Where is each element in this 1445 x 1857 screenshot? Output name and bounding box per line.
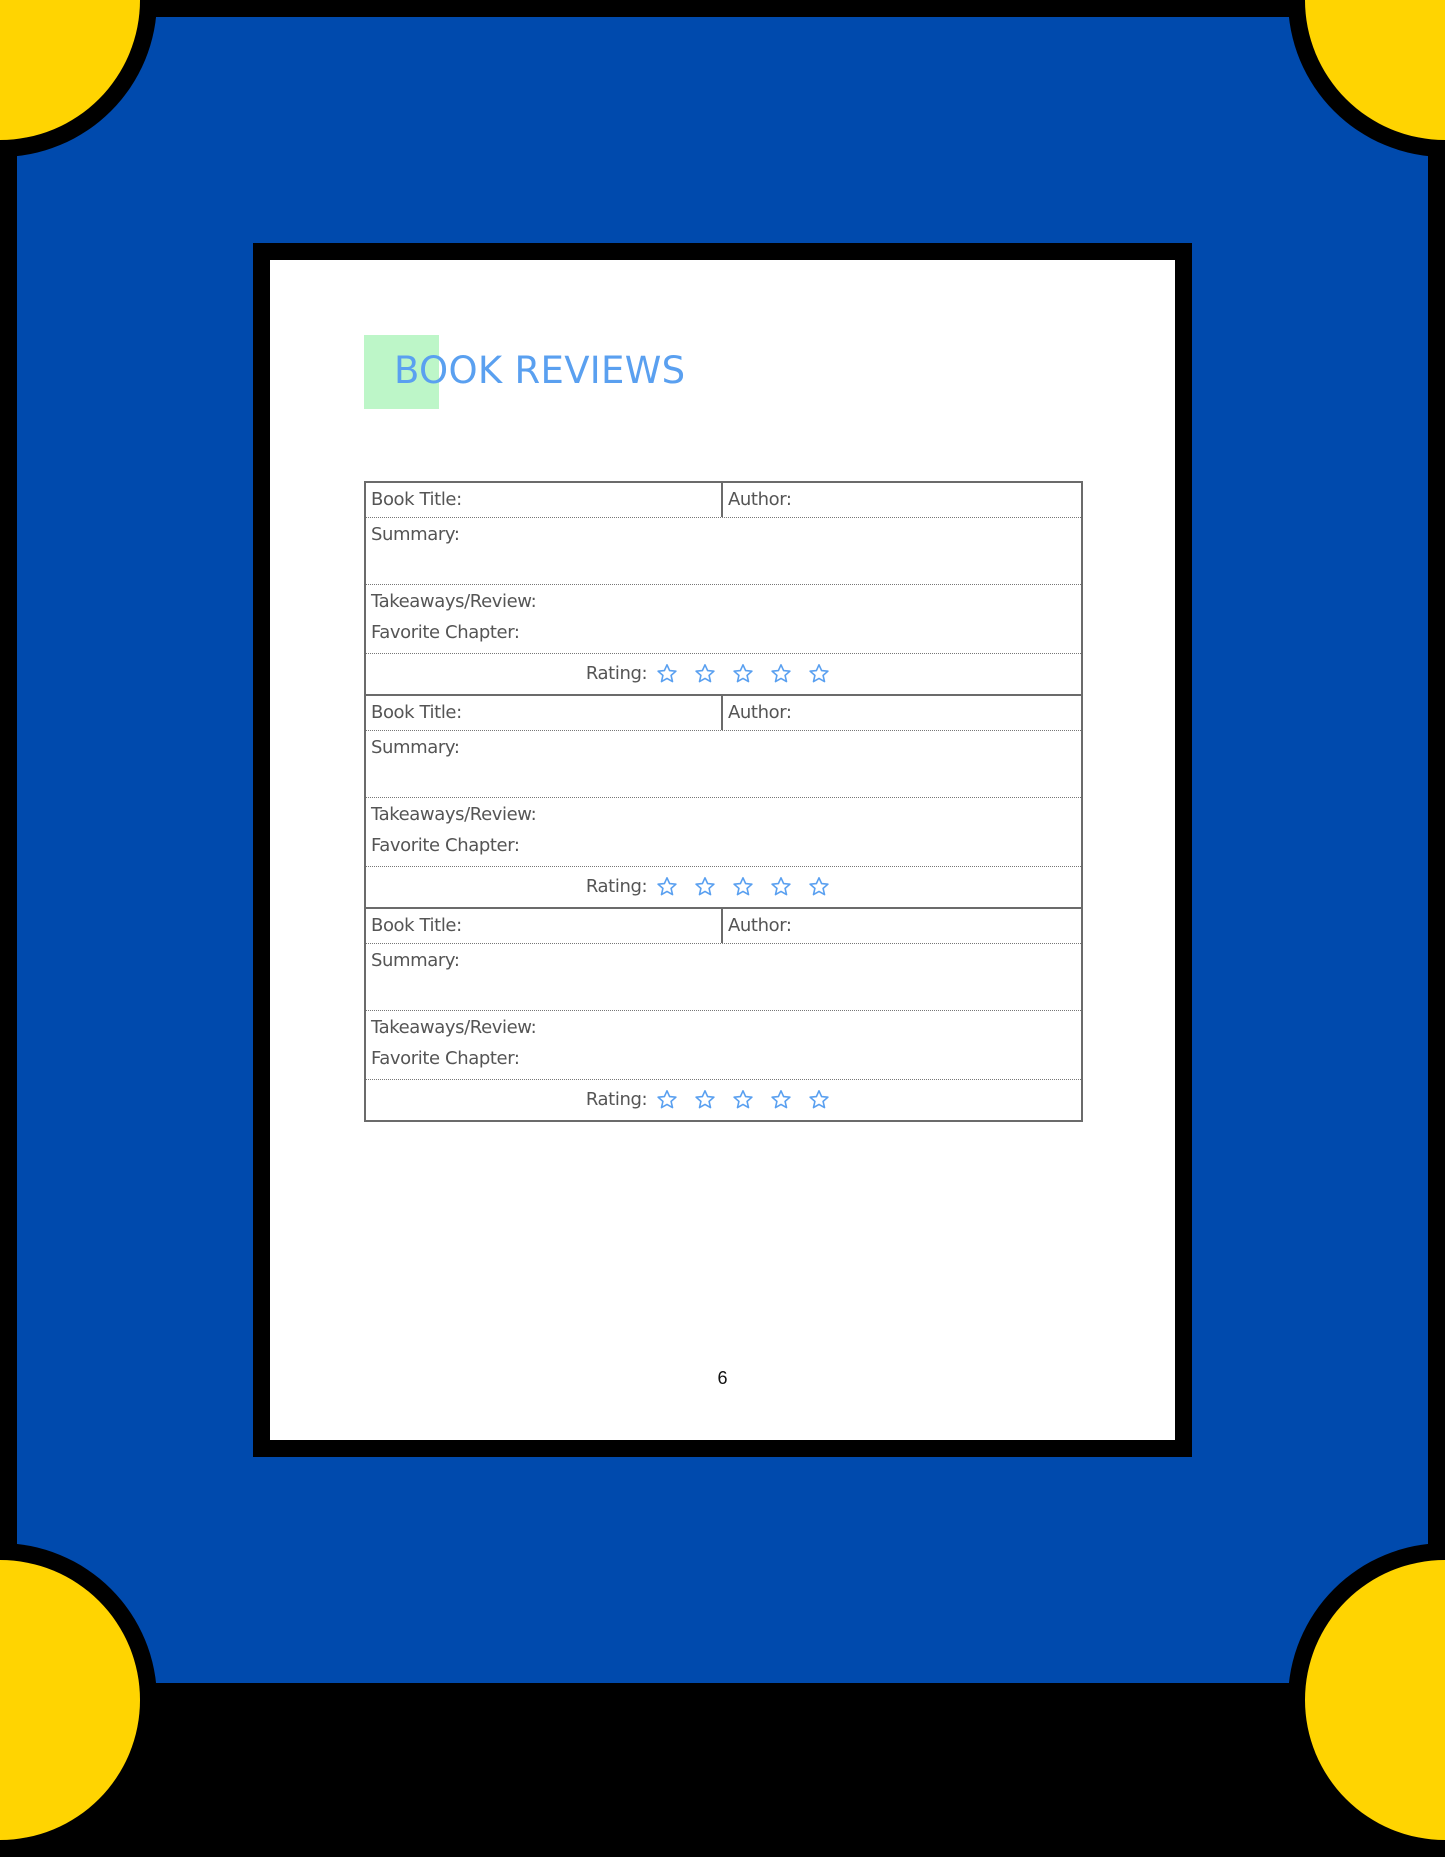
star-outline-icon[interactable]: [655, 875, 679, 899]
rating-row: Rating:: [366, 654, 1081, 694]
summary-label: Summary:: [371, 950, 460, 971]
rating-label: Rating:: [585, 1089, 648, 1110]
author-field[interactable]: Author:: [723, 696, 1081, 730]
title-author-row: Book Title: Author:: [366, 483, 1081, 518]
summary-label: Summary:: [371, 524, 460, 545]
star-outline-icon[interactable]: [693, 875, 717, 899]
author-field[interactable]: Author:: [723, 483, 1081, 517]
page-title: BOOK REVIEWS: [394, 349, 686, 392]
favorite-chapter-label: Favorite Chapter:: [371, 835, 520, 856]
book-title-label: Book Title:: [371, 915, 462, 936]
star-outline-icon[interactable]: [693, 662, 717, 686]
rating-stars: [655, 1088, 831, 1112]
title-author-row: Book Title: Author:: [366, 909, 1081, 944]
star-outline-icon[interactable]: [655, 1088, 679, 1112]
author-label: Author:: [728, 915, 792, 936]
star-outline-icon[interactable]: [807, 875, 831, 899]
book-title-label: Book Title:: [371, 489, 462, 510]
star-outline-icon[interactable]: [807, 1088, 831, 1112]
favorite-chapter-label: Favorite Chapter:: [371, 622, 520, 643]
review-entry: Book Title: Author: Summary: Takeaways/R…: [366, 909, 1081, 1122]
author-label: Author:: [728, 489, 792, 510]
takeaways-label: Takeaways/Review:: [371, 1017, 537, 1038]
star-outline-icon[interactable]: [731, 875, 755, 899]
summary-label: Summary:: [371, 737, 460, 758]
book-title-field[interactable]: Book Title:: [366, 696, 723, 730]
star-outline-icon[interactable]: [807, 662, 831, 686]
rating-row: Rating:: [366, 867, 1081, 907]
takeaways-label: Takeaways/Review:: [371, 804, 537, 825]
rating-row: Rating:: [366, 1080, 1081, 1120]
star-outline-icon[interactable]: [769, 662, 793, 686]
rating-label: Rating:: [585, 876, 648, 897]
takeaways-label: Takeaways/Review:: [371, 591, 537, 612]
review-entry: Book Title: Author: Summary: Takeaways/R…: [366, 483, 1081, 696]
review-entry: Book Title: Author: Summary: Takeaways/R…: [366, 696, 1081, 909]
yellow-dot: [1305, 1560, 1445, 1840]
page-number: 6: [717, 1368, 728, 1388]
rating-stars: [655, 662, 831, 686]
favorite-chapter-label: Favorite Chapter:: [371, 1048, 520, 1069]
author-label: Author:: [728, 702, 792, 723]
book-title-label: Book Title:: [371, 702, 462, 723]
takeaways-field[interactable]: Takeaways/Review: Favorite Chapter:: [366, 585, 1081, 654]
takeaways-field[interactable]: Takeaways/Review: Favorite Chapter:: [366, 1011, 1081, 1080]
takeaways-field[interactable]: Takeaways/Review: Favorite Chapter:: [366, 798, 1081, 867]
star-outline-icon[interactable]: [731, 1088, 755, 1112]
rating-label: Rating:: [585, 663, 648, 684]
book-review-table: Book Title: Author: Summary: Takeaways/R…: [364, 481, 1083, 1122]
star-outline-icon[interactable]: [693, 1088, 717, 1112]
author-field[interactable]: Author:: [723, 909, 1081, 943]
book-title-field[interactable]: Book Title:: [366, 909, 723, 943]
summary-field[interactable]: Summary:: [366, 518, 1081, 585]
book-title-field[interactable]: Book Title:: [366, 483, 723, 517]
yellow-dot: [0, 1560, 140, 1840]
title-author-row: Book Title: Author:: [366, 696, 1081, 731]
star-outline-icon[interactable]: [655, 662, 679, 686]
summary-field[interactable]: Summary:: [366, 731, 1081, 798]
star-outline-icon[interactable]: [769, 1088, 793, 1112]
star-outline-icon[interactable]: [769, 875, 793, 899]
rating-stars: [655, 875, 831, 899]
summary-field[interactable]: Summary:: [366, 944, 1081, 1011]
title-block: BOOK REVIEWS: [364, 335, 764, 410]
document-page: BOOK REVIEWS Book Title: Author: Summary…: [270, 260, 1175, 1440]
star-outline-icon[interactable]: [731, 662, 755, 686]
